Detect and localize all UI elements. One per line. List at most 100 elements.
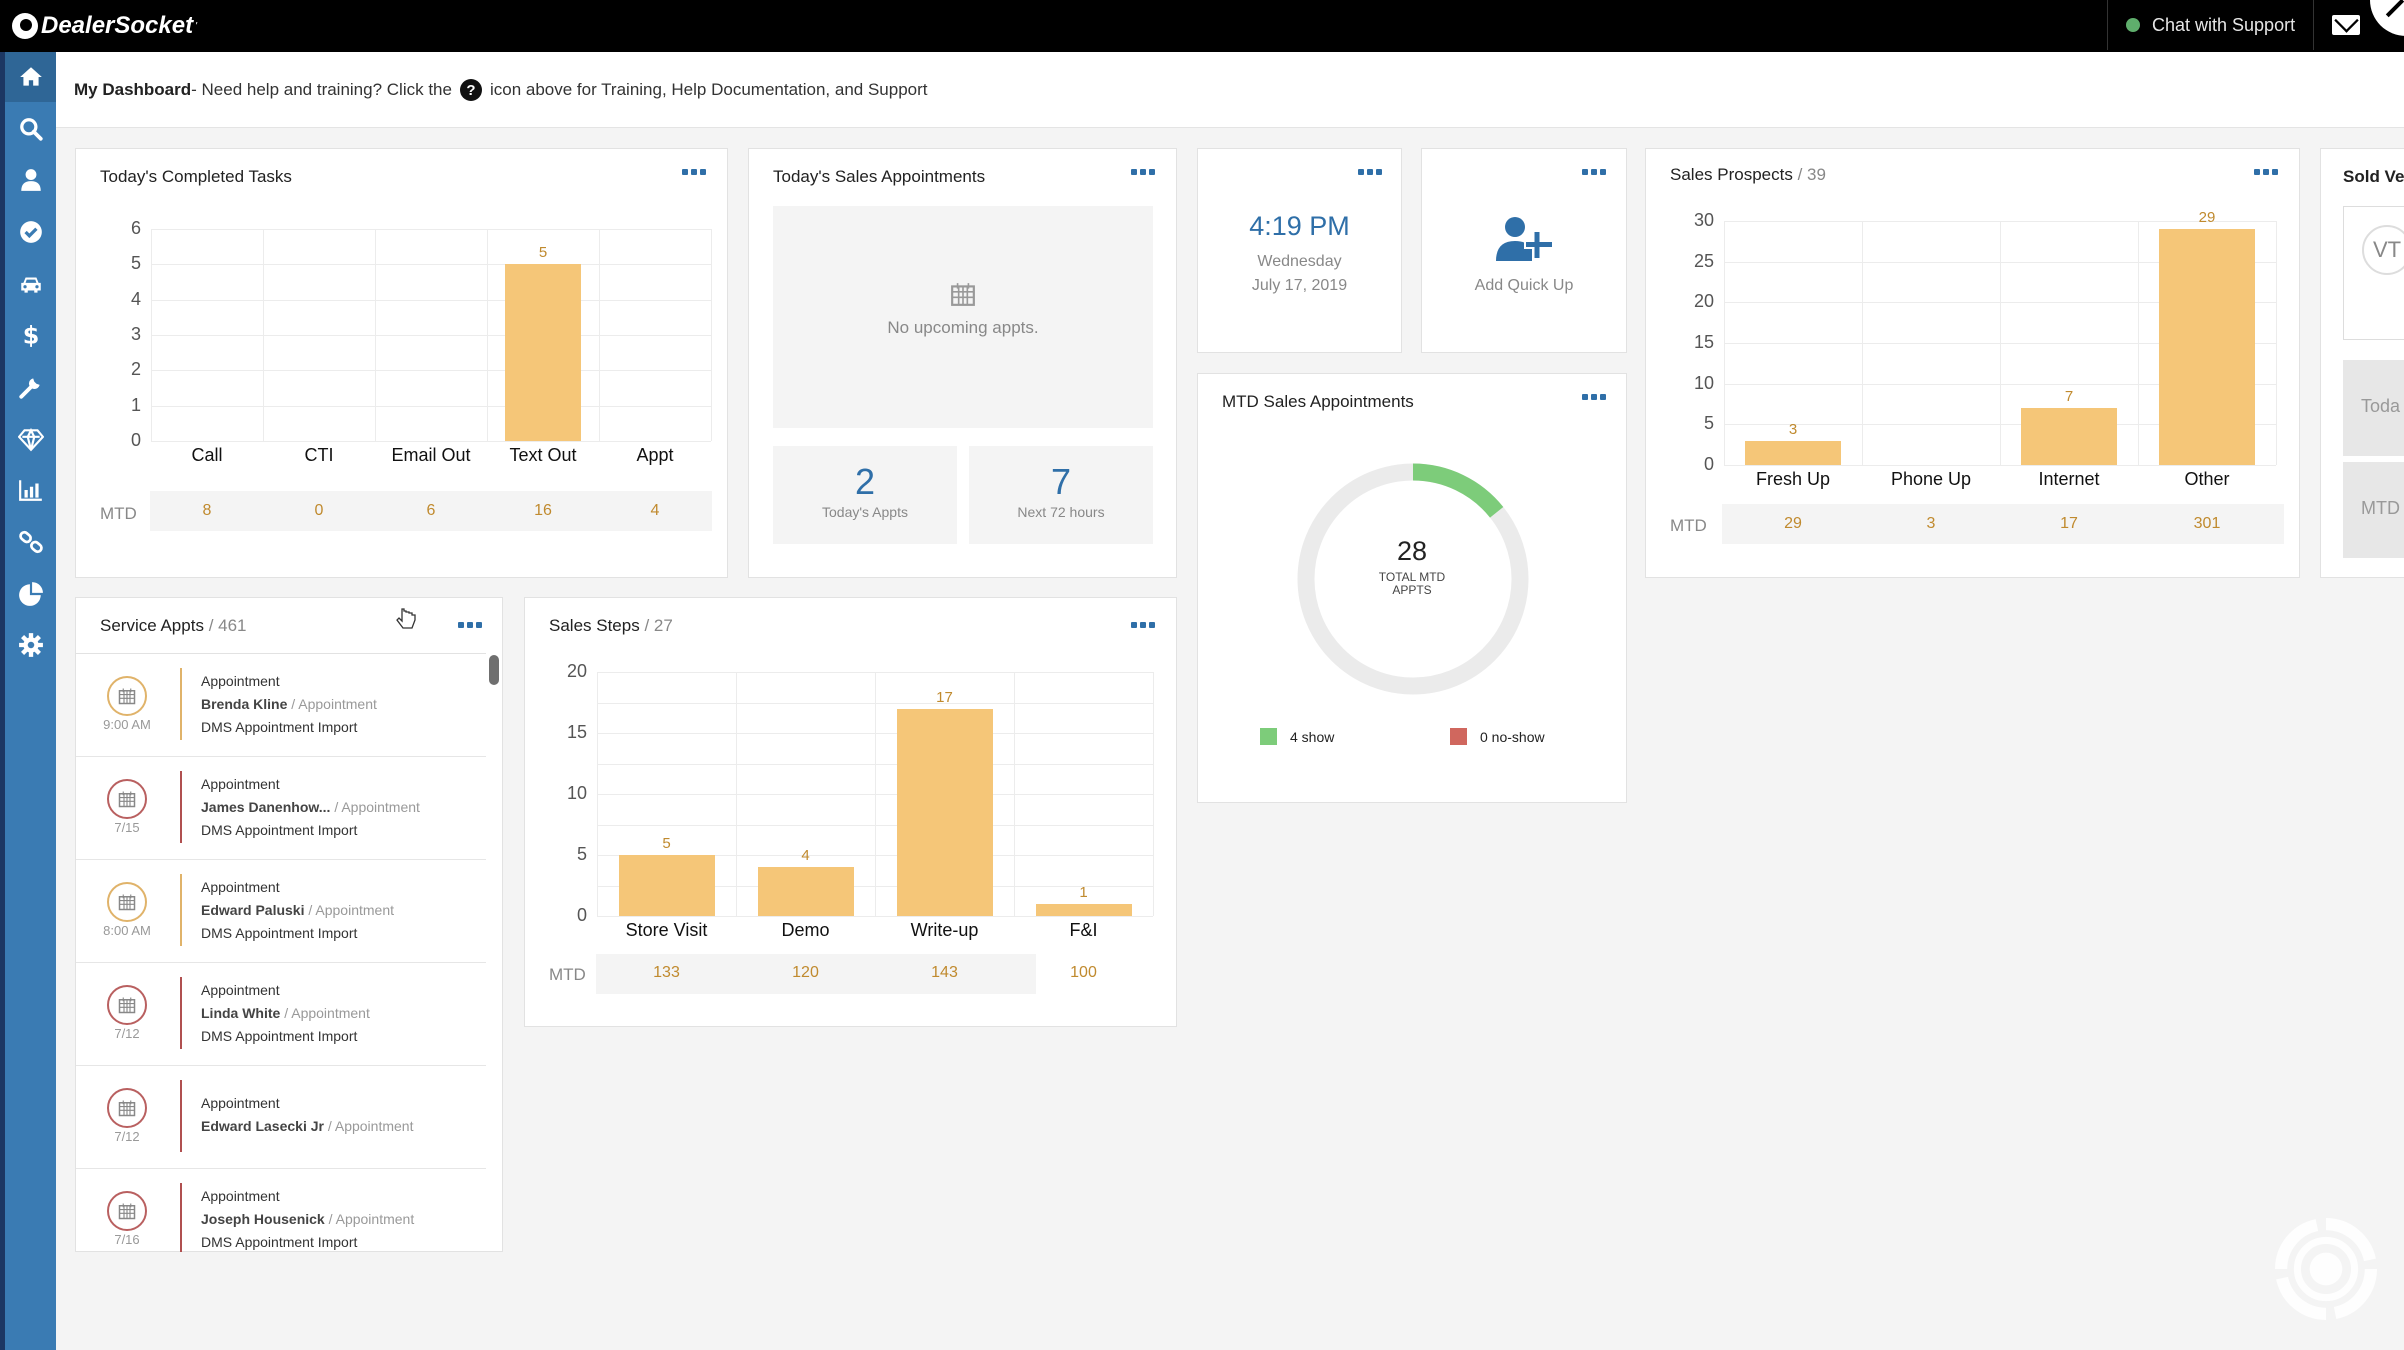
appt-details: Appointment James Danenhow... / Appointm…	[201, 773, 420, 842]
mtd-sales-appointments-widget: MTD Sales Appointments 28 TOTAL MTD APPT…	[1197, 373, 1627, 803]
messages-button[interactable]	[2313, 0, 2377, 50]
bar-f-i[interactable]	[1035, 903, 1132, 916]
sidebar-item-service[interactable]	[5, 362, 56, 412]
sidebar-item-links[interactable]	[5, 517, 56, 567]
sidebar-item-search[interactable]	[5, 104, 56, 154]
x-axis-label: Store Visit	[625, 920, 708, 940]
appt-time: 7/12	[114, 1129, 140, 1144]
watermark-logo-icon	[2275, 1218, 2377, 1320]
appt-customer-line: Brenda Kline / Appointment	[201, 693, 377, 716]
x-axis-label: Fresh Up	[1755, 469, 1831, 489]
service-appts-list: 9:00 AM Appointment Brenda Kline / Appoi…	[76, 653, 486, 1252]
x-axis-label: Write-up	[910, 920, 979, 940]
widget-title: Service Appts / 461	[100, 616, 247, 636]
appt-source: DMS Appointment Import	[201, 719, 358, 735]
bar-other[interactable]	[2159, 229, 2255, 465]
service-appt-item[interactable]: 7/15 Appointment James Danenhow... / App…	[76, 757, 486, 860]
customer-name[interactable]: Edward Lasecki Jr	[201, 1118, 324, 1134]
legend-swatch-show	[1260, 728, 1277, 745]
dashboard-header: My Dashboard - Need help and training? C…	[56, 52, 2404, 128]
gridline-vertical	[1724, 221, 1725, 465]
bar-value-label: 5	[662, 835, 671, 852]
customer-name[interactable]: Linda White	[201, 1005, 280, 1021]
dealersocket-logo[interactable]: DealerSocket '	[12, 8, 197, 44]
more-options-button[interactable]	[1358, 169, 1382, 175]
bar-text-out[interactable]	[505, 264, 581, 441]
mtd-value: 133	[653, 964, 680, 981]
mtd-value: 120	[792, 964, 819, 981]
chat-with-support-button[interactable]: Chat with Support	[2107, 0, 2313, 50]
gridline-vertical	[599, 229, 600, 441]
service-appt-item[interactable]: 7/12 Appointment Linda White / Appointme…	[76, 963, 486, 1066]
mtd-value: 4	[650, 502, 660, 519]
mtd-value: 8	[202, 502, 212, 519]
appt-title: Appointment	[201, 982, 280, 998]
pie-chart-icon	[18, 582, 43, 606]
more-options-button[interactable]	[1582, 394, 1606, 400]
help-text-suffix: icon above for Training, Help Documentat…	[489, 80, 928, 99]
appt-customer-line: James Danenhow... / Appointment	[201, 796, 420, 819]
logo-mark-icon	[12, 13, 38, 39]
sidebar-item-inventory[interactable]	[5, 259, 56, 309]
appt-type: / Appointment	[327, 1118, 414, 1134]
bar-fresh-up[interactable]	[1745, 440, 1841, 465]
appt-customer-line: Linda White / Appointment	[201, 1002, 370, 1025]
sidebar-item-home[interactable]	[5, 52, 56, 102]
more-options-button[interactable]	[458, 622, 482, 628]
sidebar-item-reports[interactable]	[5, 465, 56, 515]
appt-time: 9:00 AM	[103, 717, 151, 732]
y-tick-label: 20	[566, 661, 587, 681]
donut-slice-show[interactable]	[1412, 463, 1504, 518]
gridline-vertical	[2138, 221, 2139, 465]
mtd-value: 100	[1070, 964, 1097, 981]
customer-name[interactable]: Brenda Kline	[201, 696, 287, 712]
calendar-icon	[107, 985, 147, 1025]
mtd-label: MTD	[549, 965, 586, 984]
bar-demo[interactable]	[757, 867, 854, 916]
next-72-hours-label: Next 72 hours	[1017, 504, 1105, 520]
appt-customer-line: Edward Lasecki Jr / Appointment	[201, 1115, 413, 1138]
customer-name[interactable]: Edward Paluski	[201, 902, 304, 918]
widget-title: Today's Sales Appointments	[773, 167, 986, 186]
list-scrollbar[interactable]	[489, 655, 499, 685]
salesperson-card[interactable]: VT	[2343, 206, 2404, 340]
appt-type: / Appointment	[308, 902, 394, 918]
gridline-vertical	[487, 229, 488, 441]
more-options-button[interactable]	[1582, 169, 1606, 175]
todays-appts-stat[interactable]: 2 Today's Appts	[773, 446, 957, 544]
service-appt-item[interactable]: 7/12 Appointment Edward Lasecki Jr / App…	[76, 1066, 486, 1169]
bar-value-label: 5	[538, 244, 548, 262]
more-options-button[interactable]	[1131, 169, 1155, 175]
customer-name[interactable]: Joseph Housenick	[201, 1211, 325, 1227]
sidebar-item-settings[interactable]	[5, 620, 56, 670]
sidebar-item-analytics[interactable]	[5, 569, 56, 619]
y-tick-label: 0	[130, 430, 141, 450]
bar-write-up[interactable]	[896, 708, 993, 916]
add-quick-up-widget[interactable]: Add Quick Up	[1421, 148, 1627, 353]
service-appt-item[interactable]: 9:00 AM Appointment Brenda Kline / Appoi…	[76, 654, 486, 757]
sidebar-item-tasks[interactable]	[5, 207, 56, 257]
appt-source: DMS Appointment Import	[201, 1234, 358, 1250]
appt-customer-line: Joseph Housenick / Appointment	[201, 1208, 414, 1231]
sidebar-item-deals[interactable]: $	[5, 310, 56, 360]
bar-internet[interactable]	[2021, 408, 2117, 465]
bar-store-visit[interactable]	[618, 855, 715, 916]
bar-value-label: 1	[1079, 883, 1088, 901]
sidebar-item-contacts[interactable]	[5, 155, 56, 205]
x-axis-label: CTI	[304, 445, 334, 465]
help-question-icon: ?	[459, 79, 482, 101]
next-72-hours-stat[interactable]: 7 Next 72 hours	[969, 446, 1153, 544]
service-appt-item[interactable]: 8:00 AM Appointment Edward Paluski / App…	[76, 860, 486, 963]
top-bar: DealerSocket ' Chat with Support	[0, 0, 2404, 52]
y-tick-label: 25	[1693, 250, 1714, 271]
y-tick-label: 0	[576, 905, 587, 925]
x-axis-label: Text Out	[509, 445, 577, 465]
empty-message: No upcoming appts.	[887, 318, 1039, 337]
appt-type-text: Appointment	[298, 696, 377, 712]
help-banner: My Dashboard - Need help and training? C…	[74, 79, 928, 101]
x-axis-label: Email Out	[391, 445, 471, 465]
customer-name[interactable]: James Danenhow...	[201, 799, 330, 815]
sidebar-item-loyalty[interactable]	[5, 414, 56, 464]
service-appt-item[interactable]: 7/16 Appointment Joseph Housenick / Appo…	[76, 1169, 486, 1252]
status-bar	[180, 668, 182, 740]
